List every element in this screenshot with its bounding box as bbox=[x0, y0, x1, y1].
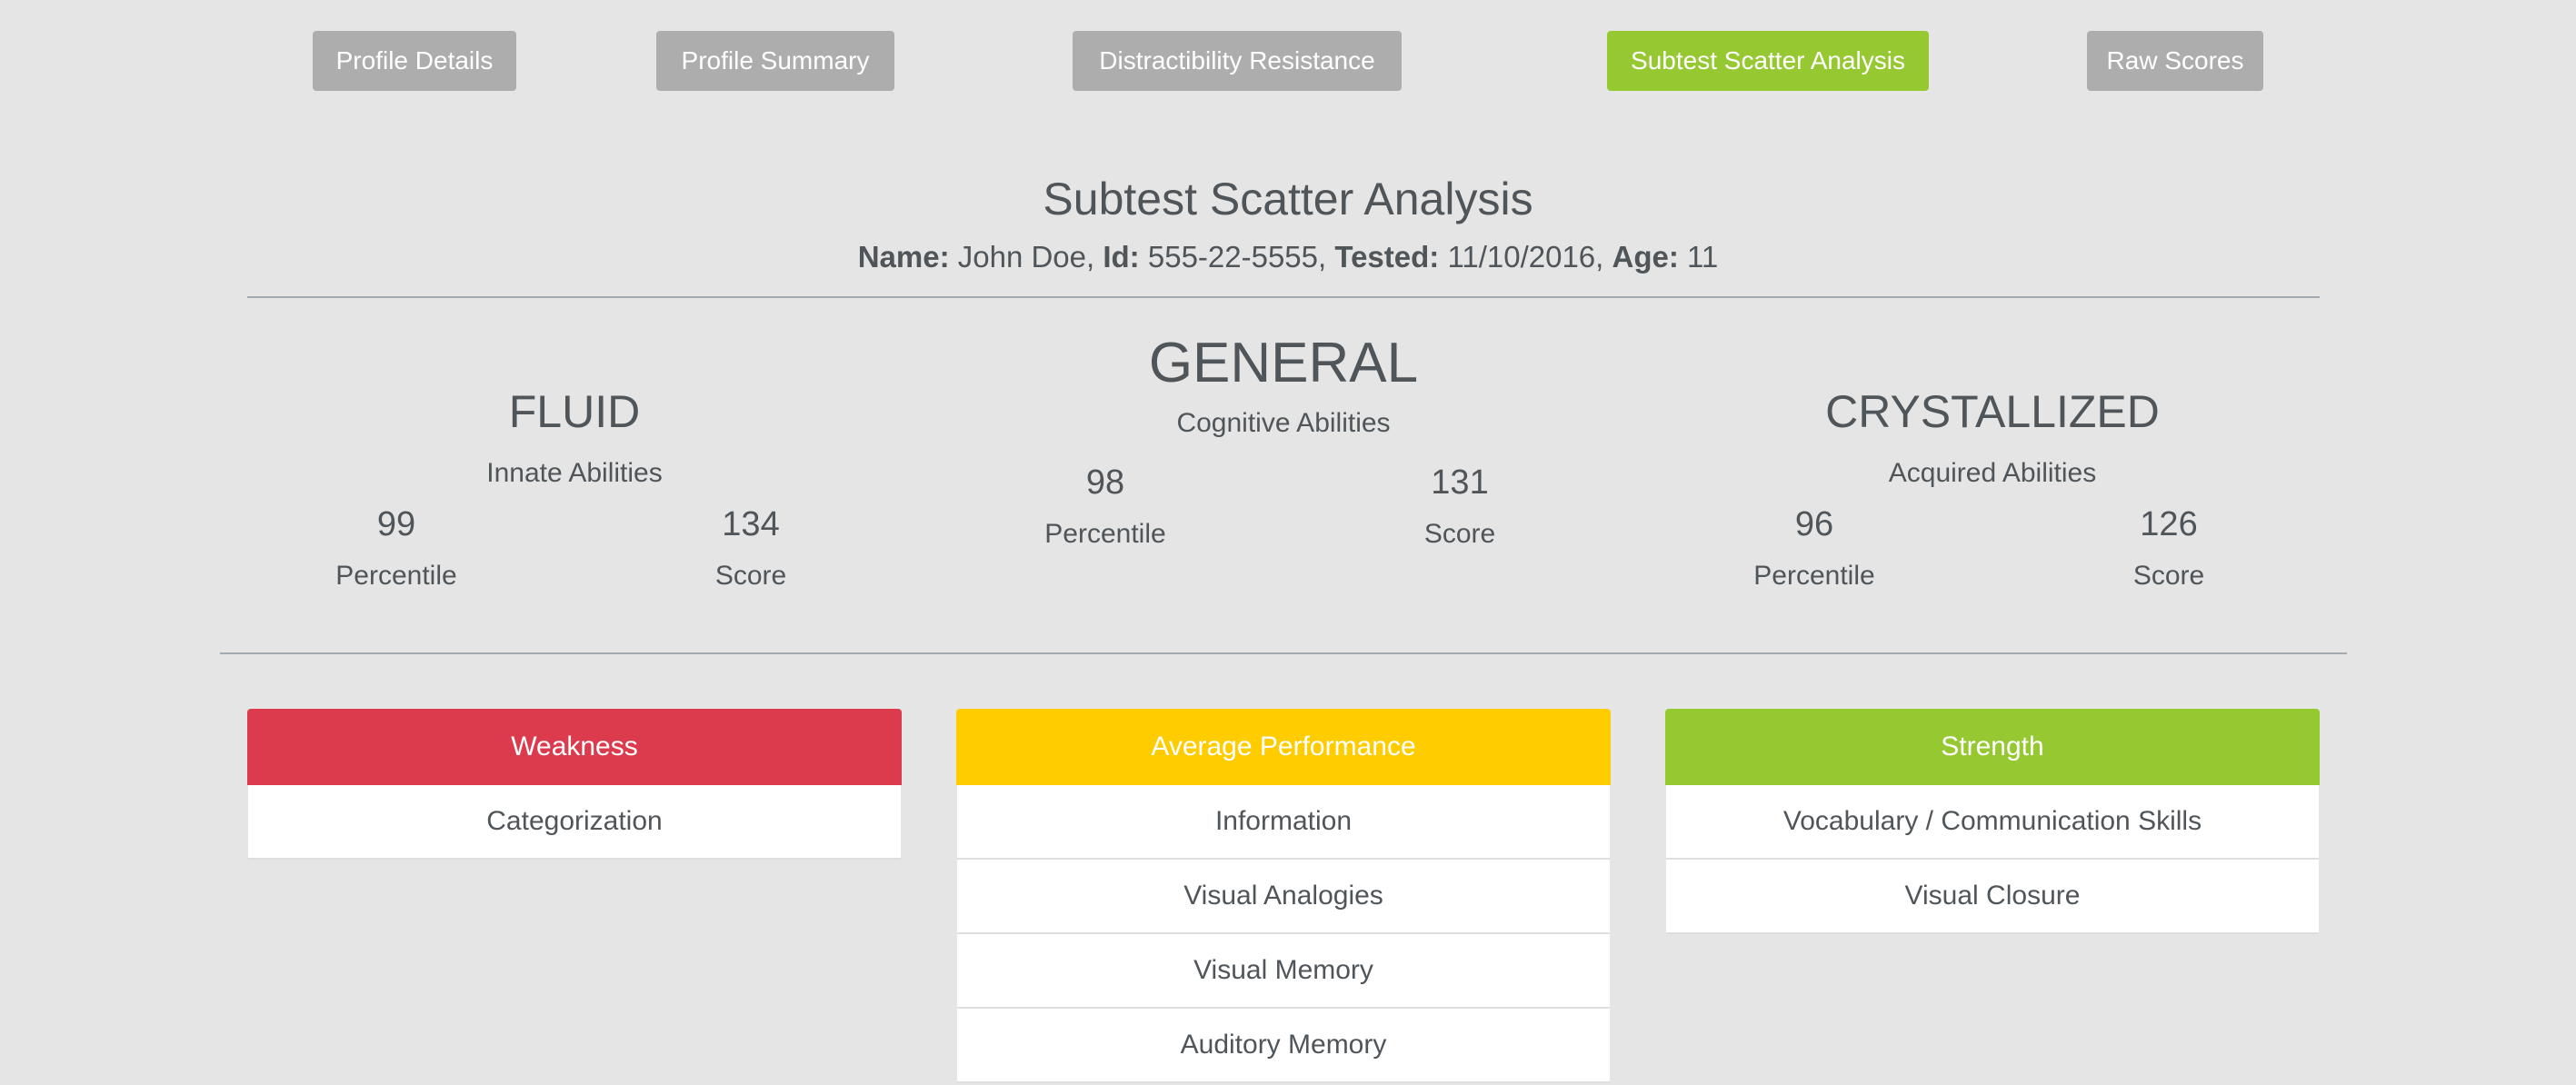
fluid-score-value: 134 bbox=[722, 505, 780, 543]
list-item: Information bbox=[957, 785, 1610, 860]
distractibility-resistance-button[interactable]: Distractibility Resistance bbox=[1073, 31, 1402, 91]
general-percentile-value: 98 bbox=[1085, 463, 1125, 502]
strength-card: Strength Vocabulary / Communication Skil… bbox=[1665, 709, 2320, 934]
general-percentile-label: Percentile bbox=[1044, 519, 1166, 549]
crystallized-section: CRYSTALLIZED Acquired Abilities bbox=[1811, 385, 2174, 489]
list-item: Visual Analogies bbox=[957, 860, 1610, 934]
general-score: 131 Score bbox=[1351, 463, 1569, 550]
crystallized-score-label: Score bbox=[2132, 561, 2205, 591]
subtest-scatter-analysis-button[interactable]: Subtest Scatter Analysis bbox=[1607, 31, 1929, 91]
list-item: Vocabulary / Communication Skills bbox=[1666, 785, 2319, 860]
crystallized-subtitle: Acquired Abilities bbox=[1888, 458, 2097, 488]
fluid-section: FLUID Innate Abilities bbox=[393, 385, 756, 489]
average-card-header: Average Performance bbox=[956, 709, 1611, 785]
page-title: Subtest Scatter Analysis bbox=[1043, 174, 1533, 224]
fluid-title: FLUID bbox=[508, 386, 641, 437]
raw-scores-button[interactable]: Raw Scores bbox=[2087, 31, 2263, 91]
crystallized-percentile-label: Percentile bbox=[1753, 561, 1875, 591]
fluid-score-label: Score bbox=[714, 561, 787, 591]
crystallized-score: 126 Score bbox=[2060, 505, 2278, 592]
fluid-score: 134 Score bbox=[642, 505, 860, 592]
age-label: Age: bbox=[1612, 240, 1679, 274]
divider-bottom bbox=[220, 652, 2347, 654]
divider-top bbox=[247, 296, 2320, 298]
profile-summary-button[interactable]: Profile Summary bbox=[656, 31, 894, 91]
fluid-subtitle: Innate Abilities bbox=[486, 458, 663, 488]
weakness-card: Weakness Categorization bbox=[247, 709, 902, 860]
tested-label: Tested: bbox=[1334, 240, 1440, 274]
student-info: Name: John Doe, Id: 555-22-5555, Tested:… bbox=[0, 240, 2576, 274]
strength-card-header: Strength bbox=[1665, 709, 2320, 785]
fluid-percentile-value: 99 bbox=[376, 505, 416, 543]
id-value: 555-22-5555, bbox=[1147, 240, 1327, 274]
average-performance-card: Average Performance Information Visual A… bbox=[956, 709, 1611, 1083]
tested-value: 11/10/2016, bbox=[1447, 240, 1604, 274]
general-title: GENERAL bbox=[1148, 332, 1419, 394]
crystallized-percentile-value: 96 bbox=[1794, 505, 1834, 543]
fluid-percentile: 99 Percentile bbox=[287, 505, 505, 592]
general-subtitle: Cognitive Abilities bbox=[1176, 408, 1391, 438]
general-section: GENERAL Cognitive Abilities bbox=[1102, 331, 1465, 439]
general-score-value: 131 bbox=[1431, 463, 1489, 502]
list-item: Categorization bbox=[248, 785, 901, 860]
age-value: 11 bbox=[1687, 240, 1719, 274]
weakness-card-header: Weakness bbox=[247, 709, 902, 785]
list-item: Visual Memory bbox=[957, 934, 1610, 1009]
id-label: Id: bbox=[1103, 240, 1140, 274]
name-label: Name: bbox=[857, 240, 950, 274]
name-value: John Doe, bbox=[957, 240, 1095, 274]
fluid-percentile-label: Percentile bbox=[335, 561, 457, 591]
crystallized-score-value: 126 bbox=[2140, 505, 2198, 543]
profile-details-button[interactable]: Profile Details bbox=[313, 31, 516, 91]
general-score-label: Score bbox=[1423, 519, 1496, 549]
crystallized-title: CRYSTALLIZED bbox=[1825, 386, 2160, 437]
crystallized-percentile: 96 Percentile bbox=[1705, 505, 1923, 592]
list-item: Auditory Memory bbox=[957, 1009, 1610, 1083]
general-percentile: 98 Percentile bbox=[996, 463, 1214, 550]
list-item: Visual Closure bbox=[1666, 860, 2319, 934]
